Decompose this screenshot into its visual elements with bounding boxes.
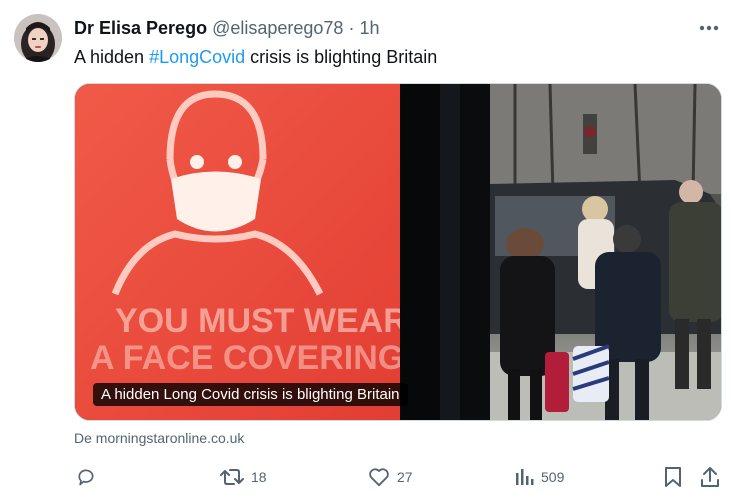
views-icon xyxy=(516,469,534,485)
avatar-photo xyxy=(14,14,62,62)
bookmark-button[interactable] xyxy=(664,462,682,492)
tweet-text-before: A hidden xyxy=(74,47,150,67)
share-button[interactable] xyxy=(700,462,720,492)
bookmark-icon xyxy=(665,467,681,487)
more-icon xyxy=(699,25,719,31)
reply-icon xyxy=(78,469,94,486)
separator: · xyxy=(348,17,355,38)
hashtag-link[interactable]: #LongCovid xyxy=(149,47,245,67)
views-button[interactable]: 509 xyxy=(514,462,564,492)
link-card[interactable]: YOU MUST WEAR A FACE COVERING ON A hidde… xyxy=(74,83,722,421)
avatar[interactable] xyxy=(14,14,62,62)
retweet-icon xyxy=(220,469,244,485)
like-count: 27 xyxy=(397,469,413,485)
retweet-button[interactable]: 18 xyxy=(220,462,267,492)
card-source[interactable]: De morningstaronline.co.uk xyxy=(74,430,244,446)
more-button[interactable] xyxy=(694,16,724,40)
retweet-count: 18 xyxy=(251,469,267,485)
poster-text-1: YOU MUST WEAR xyxy=(115,302,408,340)
card-title: A hidden Long Covid crisis is blighting … xyxy=(93,383,408,406)
like-icon xyxy=(369,468,389,487)
tweet-text: A hidden #LongCovid crisis is blighting … xyxy=(74,45,437,69)
reply-button[interactable] xyxy=(76,462,103,492)
tweet-text-after: crisis is blighting Britain xyxy=(245,47,438,67)
like-button[interactable]: 27 xyxy=(368,462,413,492)
tweet-header: Dr Elisa Perego @elisaperego78 · 1h xyxy=(74,16,379,40)
views-count: 509 xyxy=(541,469,565,485)
share-icon xyxy=(701,467,719,487)
card-image: YOU MUST WEAR A FACE COVERING ON xyxy=(75,84,721,420)
tweet-time[interactable]: 1h xyxy=(359,18,379,39)
action-bar: 18 27 509 xyxy=(74,462,722,492)
author-name[interactable]: Dr Elisa Perego xyxy=(74,18,207,39)
author-handle[interactable]: @elisaperego78 xyxy=(212,18,343,39)
